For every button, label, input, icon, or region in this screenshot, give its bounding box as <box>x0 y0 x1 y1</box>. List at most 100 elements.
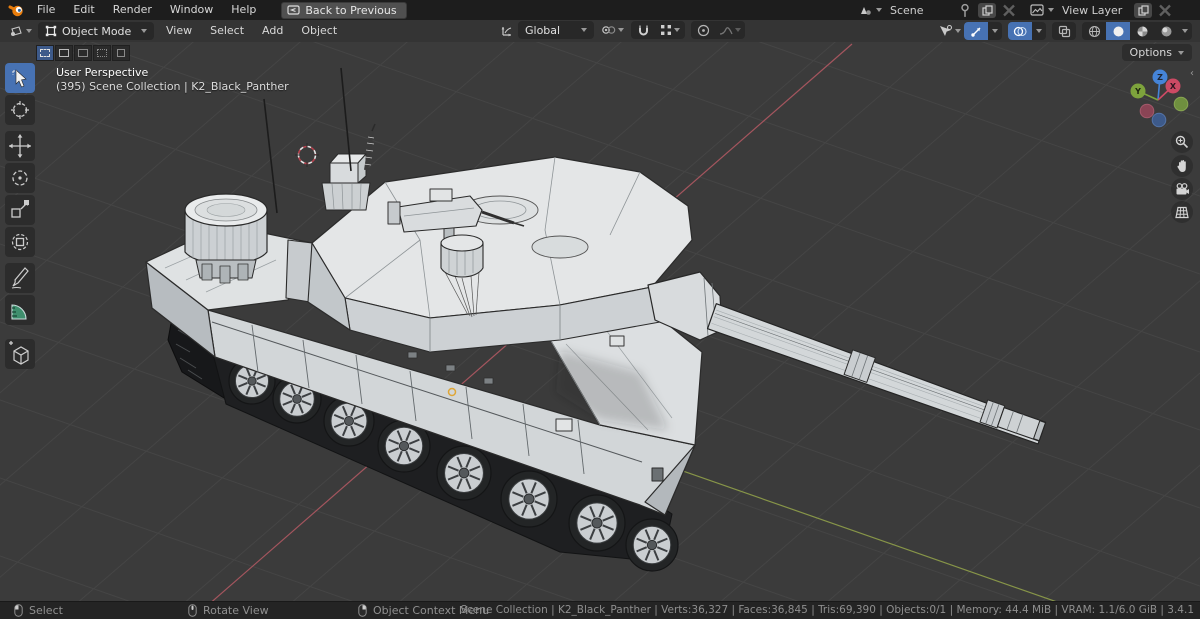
snap-toggle[interactable] <box>631 21 655 39</box>
chevron-down-icon <box>1048 8 1054 12</box>
gizmos-toggle[interactable] <box>964 22 988 40</box>
axis-y-neg-ball[interactable] <box>1173 96 1189 112</box>
mouse-middle-icon <box>188 604 197 617</box>
menu-select[interactable]: Select <box>201 21 253 41</box>
chevron-down-icon <box>1036 29 1042 33</box>
proportional-edit-toggle[interactable] <box>691 21 715 39</box>
zoom-button[interactable] <box>1171 131 1193 153</box>
status-mouse-middle: Rotate View <box>188 602 269 619</box>
navigation-gizmo[interactable]: Z X Y <box>1122 62 1196 134</box>
tool-annotate[interactable] <box>5 263 35 293</box>
view-name-label: User Perspective <box>56 66 149 79</box>
select-mode-extend[interactable] <box>55 45 73 61</box>
gizmos-dropdown[interactable] <box>988 22 1002 40</box>
chevron-down-icon <box>618 28 624 32</box>
tool-measure[interactable] <box>5 295 35 325</box>
tool-rotate[interactable] <box>5 163 35 193</box>
perspective-toggle-button[interactable] <box>1171 201 1193 223</box>
pan-button[interactable] <box>1171 155 1193 177</box>
close-icon[interactable] <box>1156 3 1174 18</box>
select-mode-subtract[interactable] <box>74 45 92 61</box>
status-mouse-left: Select <box>14 602 63 619</box>
zoom-icon <box>1175 135 1189 149</box>
menu-file[interactable]: File <box>28 0 64 20</box>
snap-target-dropdown[interactable] <box>655 21 685 39</box>
gizmos-group <box>964 22 1002 40</box>
overlay-icon <box>1013 26 1027 36</box>
chevron-down-icon <box>1182 29 1188 33</box>
shading-material-icon <box>1137 26 1147 36</box>
scene-selector[interactable]: Scene <box>858 2 1018 18</box>
select-mode-intersect[interactable] <box>112 45 130 61</box>
menu-add[interactable]: Add <box>253 21 292 41</box>
proportional-icon <box>697 24 709 36</box>
visibility-filter-icon <box>940 24 953 36</box>
scene-statistics: Scene Collection | K2_Black_Panther | Ve… <box>460 604 1194 616</box>
select-mode-set[interactable] <box>36 45 54 61</box>
mouse-right-icon <box>358 604 367 617</box>
overlays-dropdown[interactable] <box>1032 22 1046 40</box>
pivot-point-dropdown[interactable] <box>601 23 624 37</box>
view-layer-selector[interactable]: View Layer <box>1030 2 1174 18</box>
view-layer-icon <box>1030 4 1044 16</box>
viewport-info-text: User Perspective (395) Scene Collection … <box>56 66 289 94</box>
menu-window[interactable]: Window <box>161 0 222 20</box>
select-mode-invert[interactable] <box>93 45 111 61</box>
camera-view-button[interactable] <box>1171 178 1193 200</box>
menu-render[interactable]: Render <box>104 0 161 20</box>
chevron-down-icon <box>26 29 32 33</box>
new-scene-copy-button[interactable] <box>978 2 996 18</box>
new-view-layer-button[interactable] <box>1134 2 1152 18</box>
menu-edit[interactable]: Edit <box>64 0 103 20</box>
falloff-dropdown[interactable] <box>715 21 745 39</box>
close-icon[interactable] <box>1000 3 1018 18</box>
overlays-toggle[interactable] <box>1008 22 1032 40</box>
editor-type-button[interactable] <box>8 25 32 38</box>
xray-toggle[interactable] <box>1052 22 1076 40</box>
tool-add-cube[interactable] <box>4 338 38 372</box>
tool-cursor[interactable] <box>5 95 35 125</box>
ortho-grid-icon <box>1175 206 1189 218</box>
gizmo-icon <box>970 27 980 37</box>
shading-wireframe-icon <box>1088 25 1100 37</box>
pan-hand-icon <box>1176 160 1186 172</box>
shading-solid-button[interactable] <box>1106 22 1130 40</box>
orientation-dropdown[interactable]: Global <box>518 21 594 39</box>
sidebar-toggle[interactable]: ‹ <box>1190 68 1194 79</box>
tool-move[interactable] <box>5 131 35 161</box>
tool-select-box[interactable] <box>5 63 35 93</box>
back-to-previous-button[interactable]: Back to Previous <box>281 1 407 19</box>
chevron-down-icon <box>1178 50 1184 55</box>
blender-logo-icon[interactable] <box>8 3 24 17</box>
shading-material-button[interactable] <box>1130 22 1154 40</box>
tool-scale[interactable] <box>5 195 35 225</box>
chevron-down-icon <box>955 29 961 33</box>
menu-help[interactable]: Help <box>222 0 265 20</box>
mode-dropdown[interactable]: Object Mode <box>38 22 154 40</box>
object-visibility-dropdown[interactable] <box>938 24 961 38</box>
shading-wireframe-button[interactable] <box>1082 22 1106 40</box>
scene-icon <box>861 7 871 15</box>
pin-icon[interactable] <box>956 3 974 18</box>
tool-transform[interactable] <box>5 227 35 257</box>
chevron-down-icon <box>141 29 147 33</box>
axis-x-neg-ball[interactable] <box>1139 103 1155 119</box>
copy-icon <box>981 4 993 16</box>
magnet-icon <box>638 25 648 35</box>
xray-icon <box>1058 25 1070 37</box>
chevron-down-icon <box>992 29 998 33</box>
menu-view[interactable]: View <box>157 21 201 41</box>
shading-solid-icon <box>1113 26 1123 36</box>
chevron-down-icon <box>876 8 882 12</box>
topbar: File Edit Render Window Help Back to Pre… <box>0 0 1200 20</box>
falloff-curve-icon <box>719 27 733 35</box>
options-dropdown[interactable]: Options <box>1121 44 1192 61</box>
shading-dropdown[interactable] <box>1178 22 1192 40</box>
camera-icon <box>1176 183 1189 195</box>
axis-z-neg-ball[interactable] <box>1151 112 1167 128</box>
menu-object[interactable]: Object <box>292 21 346 41</box>
shading-rendered-button[interactable] <box>1154 22 1178 40</box>
select-mode-options <box>36 45 130 61</box>
svg-text:Z: Z <box>1157 73 1163 82</box>
transform-orientation-icon <box>501 26 512 36</box>
